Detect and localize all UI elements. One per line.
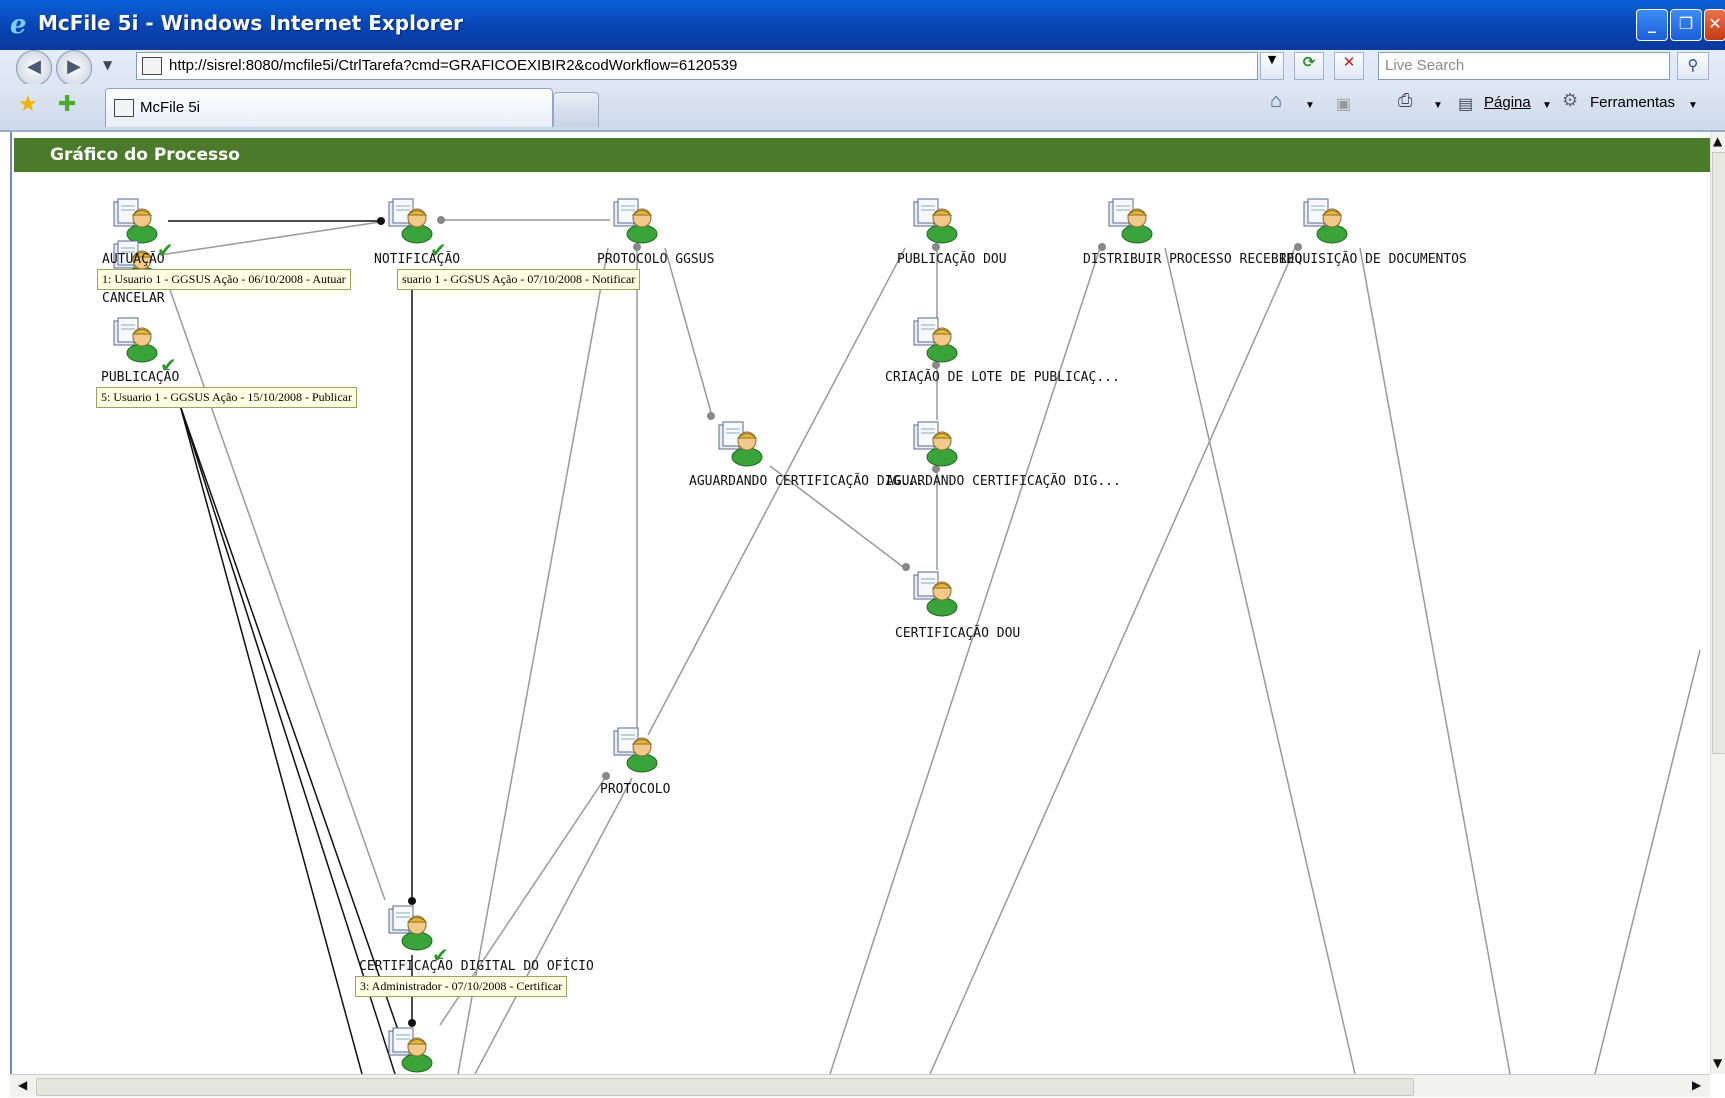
completed-check-icon: ✔ xyxy=(157,238,174,262)
task-node-icon[interactable] xyxy=(112,317,162,363)
node-label-certificacao-dou: CERTIFICAÇÃO DOU xyxy=(895,626,1021,641)
vertical-scrollbar[interactable]: ▲ ▼ xyxy=(1710,132,1725,1074)
node-label-requisicao-documentos: REQUISIÇÃO DE DOCUMENTOS xyxy=(1279,252,1467,267)
task-node-icon[interactable] xyxy=(387,1027,437,1073)
task-node-icon[interactable] xyxy=(912,421,962,467)
task-node-icon[interactable] xyxy=(1107,198,1157,244)
task-node-icon[interactable] xyxy=(112,198,162,244)
task-node-icon[interactable] xyxy=(1302,198,1352,244)
task-node-icon[interactable] xyxy=(912,198,962,244)
task-node-icon[interactable] xyxy=(912,317,962,363)
node-label-autuacao: AUTUAÇÃO xyxy=(102,252,165,267)
task-node-icon[interactable] xyxy=(912,571,962,617)
history-tooltip: 5: Usuario 1 - GGSUS Ação - 15/10/2008 -… xyxy=(96,387,357,408)
scroll-down-icon[interactable]: ▼ xyxy=(1713,1056,1722,1070)
node-label-certificacao-digital-oficio: CERTIFICAÇÃO DIGITAL DO OFÍCIO xyxy=(359,959,594,974)
task-node-icon[interactable] xyxy=(717,421,767,467)
task-node-icon[interactable] xyxy=(612,727,662,773)
completed-check-icon: ✔ xyxy=(430,238,447,262)
scroll-left-icon[interactable]: ◀ xyxy=(18,1078,27,1092)
history-tooltip: 3: Administrador - 07/10/2008 - Certific… xyxy=(355,976,568,997)
history-tooltip: suario 1 - GGSUS Ação - 07/10/2008 - Not… xyxy=(397,269,641,290)
process-graph-edges xyxy=(159,216,1701,1074)
node-label-criacao-lote: CRIAÇÃO DE LOTE DE PUBLICAÇ... xyxy=(885,370,1120,385)
node-label-cancelar: CANCELAR xyxy=(102,291,165,306)
scroll-right-icon[interactable]: ▶ xyxy=(1692,1078,1701,1092)
task-node-icon[interactable] xyxy=(387,905,437,951)
node-label-notificacao: NOTIFICAÇÃO xyxy=(374,252,461,267)
horizontal-scrollbar[interactable]: ◀ ▶ xyxy=(10,1074,1710,1097)
node-label-distribuir-processo: DISTRIBUIR PROCESSO RECEBIDO xyxy=(1083,252,1303,267)
vertical-scroll-thumb[interactable] xyxy=(1712,152,1725,754)
task-node-icon[interactable] xyxy=(612,198,662,244)
history-tooltip: 1: Usuario 1 - GGSUS Ação - 06/10/2008 -… xyxy=(97,269,351,290)
completed-check-icon: ✔ xyxy=(160,353,177,377)
node-label-protocolo-ggsus: PROTOCOLO GGSUS xyxy=(597,252,715,267)
node-label-protocolo: PROTOCOLO xyxy=(600,782,671,797)
completed-check-icon: ✔ xyxy=(432,943,449,967)
node-label-publicacao-dou: PUBLICAÇÃO DOU xyxy=(897,252,1007,267)
horizontal-scroll-thumb[interactable] xyxy=(36,1078,1414,1096)
scroll-up-icon[interactable]: ▲ xyxy=(1713,134,1722,148)
node-label-aguardando-certificacao-2: AGUARDANDO CERTIFICAÇÃO DIG... xyxy=(886,474,1121,489)
